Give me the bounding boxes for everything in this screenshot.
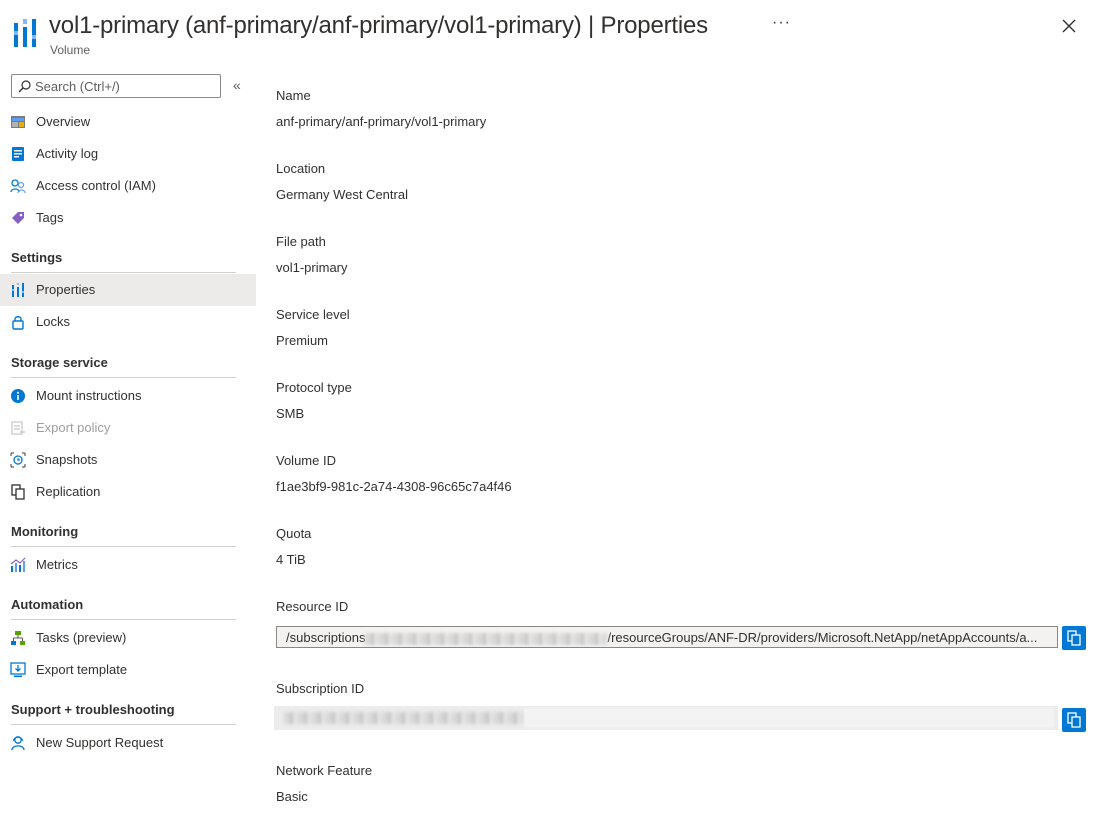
page-subtitle: Volume (50, 43, 91, 57)
resource-id-suffix: /resourceGroups/ANF-DR/providers/Microso… (607, 630, 1038, 645)
property-value-network-feature: Basic (276, 789, 308, 804)
sidebar-item-label: Mount instructions (36, 388, 142, 403)
property-label-network-feature: Network Feature (276, 763, 373, 778)
sidebar-item-new-support-request[interactable]: New Support Request (0, 727, 256, 759)
sidebar-item-locks[interactable]: Locks (0, 306, 256, 338)
property-label-file-path: File path (276, 234, 326, 249)
sidebar-item-replication[interactable]: Replication (0, 476, 256, 508)
overview-icon (11, 116, 25, 128)
property-label-resource-id: Resource ID (276, 599, 349, 614)
sidebar-item-export-policy: Export policy (0, 412, 256, 444)
section-divider (11, 619, 236, 620)
resource-id-field[interactable]: /subscriptions/resourceGroups/ANF-DR/pro… (276, 626, 1058, 648)
section-divider (11, 272, 236, 273)
properties-icon (12, 283, 24, 297)
section-divider (11, 377, 236, 378)
sidebar-item-export-template[interactable]: Export template (0, 654, 256, 686)
property-value-protocol-type: SMB (276, 406, 305, 421)
sidebar-item-label: Access control (IAM) (36, 178, 156, 193)
property-label-quota: Quota (276, 526, 312, 541)
sidebar-item-label: Export template (36, 662, 128, 677)
sidebar-item-label: Locks (36, 314, 70, 329)
activity-log-icon (12, 147, 24, 161)
copy-icon (1067, 712, 1081, 728)
property-label-service-level: Service level (276, 307, 350, 322)
property-label-volume-id: Volume ID (276, 453, 336, 468)
resource-menu: « Overview Activity log Access control (… (0, 64, 256, 838)
search-input[interactable] (35, 77, 215, 95)
sidebar-item-access-control[interactable]: Access control (IAM) (0, 170, 256, 202)
page-title-resource: vol1-primary (anf-primary/anf-primary/vo… (49, 12, 582, 39)
redacted-subscription (365, 632, 608, 645)
sidebar-item-label: Metrics (36, 557, 78, 572)
close-icon[interactable] (1059, 16, 1079, 36)
sidebar-item-label: Tags (36, 210, 64, 225)
redacted-subscription-id (284, 712, 524, 724)
property-label-name: Name (276, 88, 311, 103)
collapse-menu-button[interactable]: « (233, 77, 241, 93)
copy-subscription-id-button[interactable] (1062, 708, 1086, 732)
property-value-volume-id: f1ae3bf9-981c-2a74-4308-96c65c7a4f46 (276, 479, 512, 494)
export-policy-icon (11, 421, 25, 435)
page-title-section: Properties (600, 12, 709, 39)
sidebar-item-label: Export policy (36, 420, 111, 435)
snapshot-icon (10, 452, 26, 468)
tasks-icon (11, 631, 25, 645)
sidebar-item-label: Snapshots (36, 452, 98, 467)
section-divider (11, 724, 236, 725)
copy-resource-id-button[interactable] (1062, 626, 1086, 650)
export-template-icon (10, 662, 26, 677)
more-options-button[interactable]: ··· (772, 14, 791, 32)
sidebar-item-label: Overview (36, 114, 91, 129)
sidebar-item-tags[interactable]: Tags (0, 202, 256, 234)
resource-id-prefix: /subscriptions (286, 630, 366, 645)
section-header-automation: Automation (11, 597, 84, 612)
redacted-subscription-id-fade (524, 708, 1054, 728)
property-label-protocol-type: Protocol type (276, 380, 352, 395)
property-value-service-level: Premium (276, 333, 329, 348)
property-value-name: anf-primary/anf-primary/vol1-primary (276, 114, 487, 129)
sidebar-item-mount-instructions[interactable]: Mount instructions (0, 380, 256, 412)
search-box[interactable] (11, 74, 221, 98)
info-icon (11, 389, 25, 403)
property-value-quota: 4 TiB (276, 552, 306, 567)
page-title-separator: | (588, 12, 595, 39)
section-header-monitoring: Monitoring (11, 524, 79, 539)
sidebar-item-activity-log[interactable]: Activity log (0, 138, 256, 170)
sidebar-item-label: Replication (36, 484, 101, 499)
search-icon (18, 80, 31, 93)
sidebar-item-label: Properties (36, 282, 96, 297)
property-label-subscription-id: Subscription ID (276, 681, 365, 696)
property-label-location: Location (276, 161, 326, 176)
copy-icon (1067, 630, 1081, 646)
sidebar-item-properties[interactable]: Properties (0, 274, 256, 306)
property-value-location: Germany West Central (276, 187, 408, 202)
page-title: vol1-primary (anf-primary/anf-primary/vo… (49, 12, 708, 40)
tag-icon (12, 212, 24, 224)
section-divider (11, 546, 236, 547)
section-header-storage-service: Storage service (11, 355, 108, 370)
volume-resource-icon (14, 19, 36, 47)
sidebar-item-overview[interactable]: Overview (0, 106, 256, 138)
blade-header: vol1-primary (anf-primary/anf-primary/vo… (0, 0, 1095, 64)
section-header-support: Support + troubleshooting (11, 702, 175, 717)
sidebar-item-snapshots[interactable]: Snapshots (0, 444, 256, 476)
sidebar-item-tasks[interactable]: Tasks (preview) (0, 622, 256, 654)
sidebar-item-label: New Support Request (36, 735, 164, 750)
lock-icon (12, 316, 24, 330)
support-person-icon (11, 736, 25, 751)
sidebar-item-metrics[interactable]: Metrics (0, 549, 256, 581)
replication-icon (11, 484, 25, 500)
section-header-settings: Settings (11, 250, 63, 265)
sidebar-item-label: Tasks (preview) (36, 630, 127, 645)
subscription-id-field[interactable] (274, 706, 1058, 730)
people-icon (10, 179, 26, 194)
sidebar-item-label: Activity log (36, 146, 99, 161)
metrics-icon (10, 557, 26, 572)
property-value-file-path: vol1-primary (276, 260, 348, 275)
